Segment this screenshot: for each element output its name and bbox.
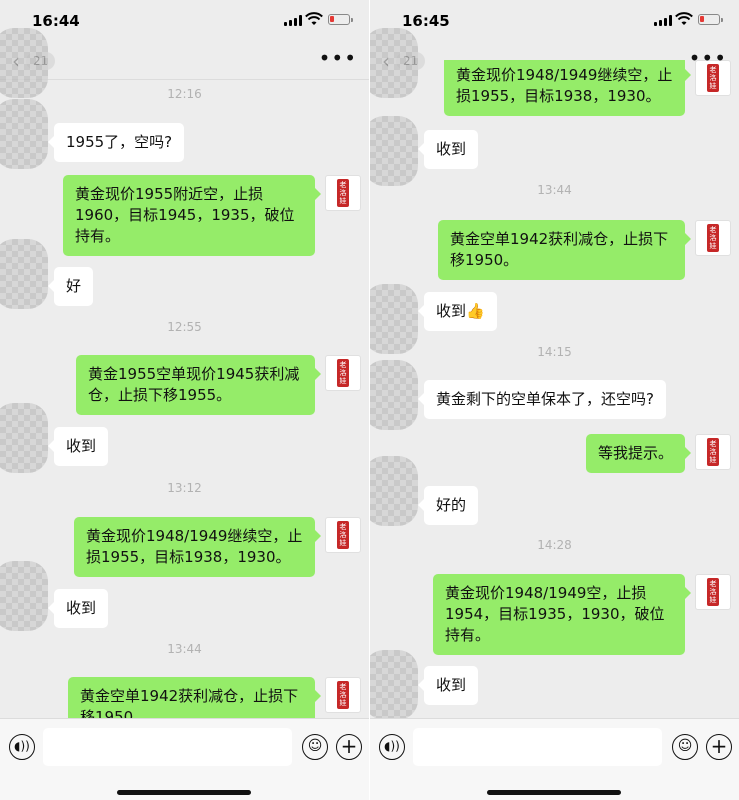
avatar[interactable] [370, 284, 418, 354]
wifi-icon [305, 12, 323, 25]
message-list[interactable]: 12:16 1955了，空吗? 黄金现价1955附近空，止损1960，目标194… [0, 81, 369, 718]
plus-icon[interactable]: + [336, 734, 362, 760]
input-bar: ◖)) ☺ + [0, 718, 369, 800]
seal-logo-icon: 老洛娃 [337, 179, 349, 207]
wifi-icon [675, 12, 693, 25]
message-bubble[interactable]: 好 [47, 267, 94, 306]
seal-logo-icon: 老洛娃 [337, 359, 349, 387]
message-bubble[interactable]: 收到👍 [418, 292, 497, 331]
plus-icon[interactable]: + [706, 734, 732, 760]
message-incoming: 黄金剩下的空单保本了，还空吗? [370, 360, 739, 436]
avatar-self[interactable]: 老洛娃 [325, 677, 361, 713]
emoji-icon[interactable]: ☺ [302, 734, 328, 760]
status-time: 16:44 [32, 12, 80, 30]
more-button[interactable]: ••• [319, 46, 357, 70]
avatar-self[interactable]: 老洛娃 [325, 355, 361, 391]
status-bar: 16:45 [370, 0, 739, 40]
seal-logo-icon: 老洛娃 [707, 224, 719, 252]
avatar-self[interactable]: 老洛娃 [325, 175, 361, 211]
timestamp: 12:55 [167, 320, 202, 334]
timestamp: 13:44 [167, 642, 202, 656]
avatar[interactable] [370, 116, 418, 186]
more-button[interactable]: ••• [689, 46, 727, 70]
avatar[interactable] [0, 403, 48, 473]
message-bubble[interactable]: 收到 [417, 130, 479, 169]
message-incoming: 收到👍 [370, 284, 739, 354]
message-incoming: 1955了，空吗? [0, 99, 369, 177]
avatar[interactable] [370, 360, 418, 430]
message-bubble[interactable]: 黄金空单1942获利减仓，止损下移1950。 [68, 677, 321, 718]
voice-icon[interactable]: ◖)) [9, 734, 35, 760]
nav-bar: ‹ 21 ••• [0, 28, 369, 98]
avatar[interactable] [370, 650, 418, 718]
message-list[interactable]: 黄金现价1948/1949继续空，止损1955，目标1938，1930。 老洛娃… [370, 60, 739, 718]
signal-icon [654, 15, 672, 26]
voice-icon[interactable]: ◖)) [379, 734, 405, 760]
battery-icon [698, 14, 723, 25]
avatar[interactable] [0, 99, 48, 169]
message-incoming: 好的 [370, 456, 739, 532]
nav-bar: ‹ 21 ••• [370, 28, 739, 98]
chat-title-blurred [370, 28, 418, 98]
message-outgoing: 黄金空单1942获利减仓，止损下移1950。 老洛娃 [0, 677, 369, 718]
message-incoming: 收到 [0, 561, 369, 643]
message-incoming: 收到 [0, 403, 369, 485]
avatar-self[interactable]: 老洛娃 [325, 517, 361, 553]
message-bubble[interactable]: 黄金空单1942获利减仓，止损下移1950。 [438, 220, 691, 280]
status-time: 16:45 [402, 12, 450, 30]
emoji-icon[interactable]: ☺ [672, 734, 698, 760]
status-bar: 16:44 [0, 0, 369, 40]
message-incoming: 收到 [370, 650, 739, 718]
message-incoming: 好 [0, 239, 369, 325]
home-indicator [117, 790, 251, 795]
seal-logo-icon: 老洛娃 [707, 578, 719, 606]
timestamp: 13:44 [537, 183, 572, 197]
chat-screen-left: 16:44 ‹ 21 ••• 12:16 1955了，空吗? 黄金现价1955附… [0, 0, 369, 800]
timestamp: 13:12 [167, 481, 202, 495]
seal-logo-icon: 老洛娃 [337, 681, 349, 709]
chat-screen-right: 黄金现价1948/1949继续空，止损1955，目标1938，1930。 老洛娃… [370, 0, 739, 800]
message-bubble[interactable]: 黄金剩下的空单保本了，还空吗? [418, 380, 666, 419]
signal-icon [284, 15, 302, 26]
message-incoming: 收到 [370, 116, 739, 186]
message-bubble[interactable]: 1955了，空吗? [47, 123, 185, 162]
message-outgoing: 黄金空单1942获利减仓，止损下移1950。 老洛娃 [370, 220, 739, 280]
avatar[interactable] [0, 561, 48, 631]
battery-icon [328, 14, 353, 25]
message-bubble[interactable]: 收到 [417, 666, 479, 705]
input-bar: ◖)) ☺ + [370, 718, 739, 800]
message-outgoing: 黄金现价1948/1949空，止损1954，目标1935，1930，破位持有。 … [370, 574, 739, 655]
message-input[interactable] [43, 728, 292, 766]
seal-logo-icon: 老洛娃 [337, 521, 349, 549]
message-bubble[interactable]: 黄金现价1948/1949空，止损1954，目标1935，1930，破位持有。 [433, 574, 691, 655]
home-indicator [487, 790, 621, 795]
message-bubble[interactable]: 好的 [417, 486, 479, 525]
avatar[interactable] [0, 239, 48, 309]
avatar-self[interactable]: 老洛娃 [695, 574, 731, 610]
avatar-self[interactable]: 老洛娃 [695, 220, 731, 256]
timestamp: 14:28 [537, 538, 572, 552]
message-bubble[interactable]: 收到 [47, 589, 109, 628]
message-input[interactable] [413, 728, 662, 766]
message-bubble[interactable]: 收到 [47, 427, 109, 466]
timestamp: 14:15 [537, 345, 572, 359]
avatar[interactable] [370, 456, 418, 526]
